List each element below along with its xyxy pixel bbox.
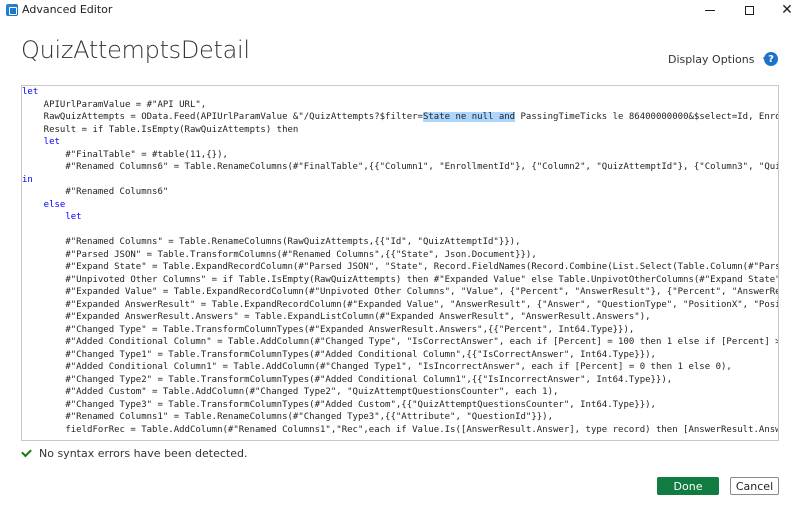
code-line[interactable]: #"Changed Type3" = Table.TransformColumn… <box>22 399 778 412</box>
code-line[interactable]: #"Expanded AnswerResult" = Table.ExpandR… <box>22 299 779 312</box>
minimize-button[interactable] <box>688 0 732 20</box>
code-text: #"Changed Type3" = Table.TransformColumn… <box>22 399 656 410</box>
code-text: #"Changed Type2" = Table.TransformColumn… <box>22 374 673 385</box>
code-content[interactable]: let APIUrlParamValue = #"API URL", RawQu… <box>22 86 779 437</box>
code-text: #"Added Conditional Column" = Table.AddC… <box>22 337 779 347</box>
code-text: #"Expanded Value" = Table.ExpandRecordCo… <box>22 287 779 297</box>
code-line[interactable]: #"Added Conditional Column1" = Table.Add… <box>22 361 778 374</box>
power-query-app-icon <box>6 4 18 16</box>
code-line[interactable]: APIUrlParamValue = #"API URL", <box>22 99 778 112</box>
code-line[interactable]: let <box>22 86 778 99</box>
code-text: else <box>22 199 66 210</box>
code-line[interactable]: in <box>22 174 778 187</box>
code-line[interactable]: #"FinalTable" = #table(11,{}), <box>22 149 778 162</box>
code-text: fieldForRec = Table.AddColumn(#"Renamed … <box>22 424 779 435</box>
code-text: #"Added Conditional Column1" = Table.Add… <box>22 362 732 372</box>
code-text: RawQuizAttempts = OData.Feed(APIUrlParam… <box>22 112 423 122</box>
code-text: #"Added Custom" = Table.AddColumn(#"Chan… <box>22 387 559 397</box>
code-text: let <box>22 87 39 97</box>
code-line[interactable]: RawQuizAttempts = OData.Feed(APIUrlParam… <box>22 111 779 124</box>
query-title: QuizAttemptsDetail <box>21 36 250 64</box>
code-line[interactable]: Result = if Table.IsEmpty(RawQuizAttempt… <box>22 124 778 137</box>
code-text: #"Renamed Columns1" = Table.RenameColumn… <box>22 412 554 422</box>
help-icon[interactable]: ? <box>764 52 778 66</box>
code-line[interactable]: #"Renamed Columns6" = Table.RenameColumn… <box>22 161 779 174</box>
code-text: #"Changed Type" = Table.TransformColumnT… <box>22 324 635 335</box>
code-text: #"Parsed JSON" = Table.TransformColumns(… <box>22 249 537 260</box>
display-options-dropdown[interactable]: Display Options <box>668 53 771 66</box>
maximize-icon <box>744 5 754 15</box>
code-line[interactable]: #"Parsed JSON" = Table.TransformColumns(… <box>22 249 778 262</box>
code-editor[interactable]: let APIUrlParamValue = #"API URL", RawQu… <box>21 85 779 441</box>
syntax-status-text: No syntax errors have been detected. <box>39 447 248 460</box>
code-text: #"Expanded AnswerResult" = Table.ExpandR… <box>22 299 779 310</box>
code-text: APIUrlParamValue = #"API URL", <box>22 99 207 110</box>
code-line[interactable]: #"Added Conditional Column" = Table.AddC… <box>22 336 779 349</box>
code-line[interactable]: #"Expand State" = Table.ExpandRecordColu… <box>22 261 779 274</box>
code-line[interactable]: #"Expanded AnswerResult.Answers" = Table… <box>22 311 778 324</box>
display-options-label: Display Options <box>668 53 755 66</box>
checkmark-icon <box>21 446 32 458</box>
code-text: #"Unpivoted Other Columns" = if Table.Is… <box>22 274 779 285</box>
code-text: let <box>22 212 82 222</box>
code-text: #"FinalTable" = #table(11,{}), <box>22 149 228 160</box>
close-icon: ✕ <box>781 2 793 18</box>
code-line[interactable]: #"Changed Type1" = Table.TransformColumn… <box>22 349 778 362</box>
selected-text: State ne null and <box>422 112 516 122</box>
code-line[interactable]: #"Added Custom" = Table.AddColumn(#"Chan… <box>22 386 778 399</box>
code-text: #"Renamed Columns6" <box>22 187 169 197</box>
window-title: Advanced Editor <box>22 3 113 16</box>
code-line[interactable] <box>22 224 778 237</box>
code-line[interactable]: #"Changed Type" = Table.TransformColumnT… <box>22 324 778 337</box>
code-text: #"Expanded AnswerResult.Answers" = Table… <box>22 312 651 322</box>
code-line[interactable]: else <box>22 199 778 212</box>
syntax-status: No syntax errors have been detected. <box>21 446 248 460</box>
title-bar: Advanced Editor ✕ <box>0 0 800 20</box>
code-line[interactable]: #"Renamed Columns" = Table.RenameColumns… <box>22 236 778 249</box>
code-text: #"Changed Type1" = Table.TransformColumn… <box>22 349 656 360</box>
code-text: Result = if Table.IsEmpty(RawQuizAttempt… <box>22 124 299 135</box>
code-line[interactable]: fieldForRec = Table.AddColumn(#"Renamed … <box>22 424 779 437</box>
code-line[interactable]: #"Renamed Columns1" = Table.RenameColumn… <box>22 411 778 424</box>
code-line[interactable]: #"Renamed Columns6" <box>22 186 778 199</box>
code-text: let <box>22 137 60 147</box>
code-line[interactable]: #"Unpivoted Other Columns" = if Table.Is… <box>22 274 779 287</box>
code-text: #"Expand State" = Table.ExpandRecordColu… <box>22 262 779 272</box>
code-text: PassingTimeTicks le 86400000000&$select=… <box>515 112 779 122</box>
code-line[interactable]: #"Changed Type2" = Table.TransformColumn… <box>22 374 778 387</box>
code-line[interactable]: let <box>22 136 778 149</box>
cancel-button[interactable]: Cancel <box>730 477 779 495</box>
code-text: #"Renamed Columns6" = Table.RenameColumn… <box>22 162 779 172</box>
code-text: in <box>22 174 33 185</box>
code-text: #"Renamed Columns" = Table.RenameColumns… <box>22 237 521 247</box>
minimize-icon <box>705 9 715 11</box>
close-button[interactable]: ✕ <box>765 0 800 20</box>
done-button[interactable]: Done <box>657 477 719 495</box>
code-line[interactable]: let <box>22 211 778 224</box>
code-line[interactable]: #"Expanded Value" = Table.ExpandRecordCo… <box>22 286 779 299</box>
